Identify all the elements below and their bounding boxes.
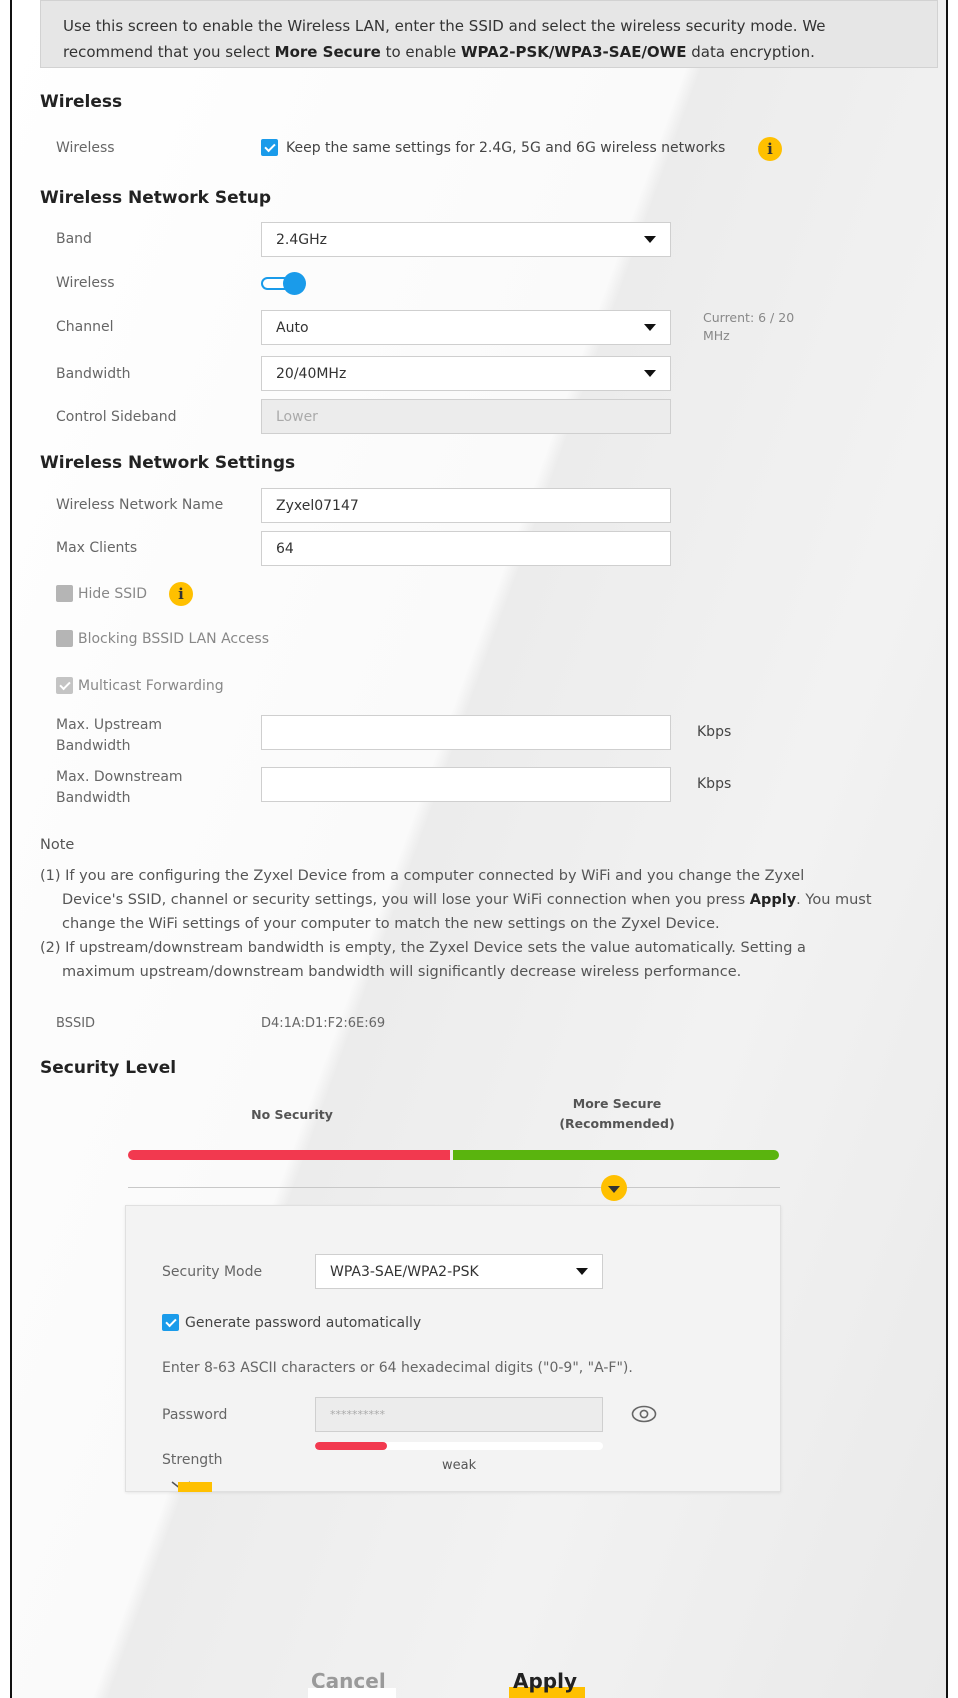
- section-security-title: Security Level: [40, 1058, 177, 1078]
- section-setup-title: Wireless Network Setup: [40, 188, 272, 208]
- max-clients-value: 64: [276, 540, 294, 557]
- bandwidth-select[interactable]: 20/40MHz: [261, 356, 671, 391]
- strength-label: Strength: [162, 1452, 223, 1468]
- upstream-unit: Kbps: [697, 724, 732, 740]
- no-security-option[interactable]: No Security: [227, 1105, 357, 1125]
- multicast-option[interactable]: Multicast Forwarding: [56, 677, 224, 694]
- bandwidth-caret-icon: [644, 370, 656, 377]
- bssid-value: D4:1A:D1:F2:6E:69: [261, 1016, 386, 1031]
- channel-value: Auto: [276, 319, 309, 336]
- generate-password-checkbox[interactable]: [162, 1314, 179, 1331]
- expand-chevron-icon[interactable]: [601, 1175, 627, 1201]
- more-secure-option[interactable]: More Secure (Recommended): [537, 1094, 697, 1134]
- ssid-value: Zyxel07147: [276, 497, 359, 514]
- password-input[interactable]: **********: [315, 1397, 603, 1432]
- hide-ssid-checkbox[interactable]: [56, 585, 73, 602]
- band-select[interactable]: 2.4GHz: [261, 222, 671, 257]
- band-value: 2.4GHz: [276, 231, 327, 248]
- blocking-bssid-label: Blocking BSSID LAN Access: [78, 630, 270, 647]
- note-1-line-2: Device's SSID, channel or security setti…: [62, 892, 872, 908]
- keep-same-info-icon[interactable]: i: [758, 137, 782, 161]
- show-password-eye-icon[interactable]: [631, 1405, 657, 1427]
- max-upstream-input[interactable]: [261, 715, 671, 750]
- channel-label: Channel: [56, 319, 114, 335]
- bssid-label: BSSID: [56, 1016, 96, 1031]
- hide-ssid-label: Hide SSID: [78, 585, 148, 602]
- downstream-unit: Kbps: [697, 776, 732, 792]
- max-upstream-label: Max. Upstream Bandwidth: [56, 717, 163, 754]
- blocking-bssid-checkbox[interactable]: [56, 630, 73, 647]
- security-mode-label: Security Mode: [162, 1264, 263, 1280]
- toggle-knob: [283, 272, 306, 295]
- keep-same-label: Keep the same settings for 2.4G, 5G and …: [286, 139, 726, 156]
- password-hint: Enter 8-63 ASCII characters or 64 hexade…: [162, 1360, 633, 1376]
- max-downstream-label: Max. Downstream Bandwidth: [56, 769, 183, 806]
- intro-line-2: recommend that you select More Secure to…: [63, 43, 815, 61]
- keep-same-checkbox[interactable]: [261, 139, 278, 156]
- max-clients-input[interactable]: 64: [261, 531, 671, 566]
- hide-ssid-info-icon[interactable]: i: [169, 582, 193, 606]
- band-caret-icon: [644, 236, 656, 243]
- max-clients-label: Max Clients: [56, 540, 138, 556]
- wireless-toggle[interactable]: [261, 272, 309, 296]
- security-mode-caret-icon: [576, 1268, 588, 1275]
- channel-caret-icon: [644, 324, 656, 331]
- section-wireless-title: Wireless: [40, 92, 123, 112]
- apply-button[interactable]: Apply: [513, 1669, 577, 1693]
- current-channel-info: Current: 6 / 20 MHz: [703, 310, 795, 343]
- intro-line-1: Use this screen to enable the Wireless L…: [63, 17, 826, 35]
- sideband-label: Control Sideband: [56, 409, 177, 425]
- strength-meter: [315, 1442, 603, 1450]
- security-bar-more-secure[interactable]: [453, 1150, 779, 1160]
- max-downstream-input[interactable]: [261, 767, 671, 802]
- note-body: (1) If you are configuring the Zyxel Dev…: [40, 864, 940, 984]
- password-label: Password: [162, 1407, 228, 1423]
- note-title: Note: [40, 837, 75, 853]
- blocking-bssid-option[interactable]: Blocking BSSID LAN Access: [56, 630, 269, 647]
- multicast-checkbox[interactable]: [56, 677, 73, 694]
- sideband-value: Lower: [276, 408, 318, 425]
- sideband-field: Lower: [261, 399, 671, 434]
- strength-meter-fill: [315, 1442, 387, 1450]
- cursor-highlight: [178, 1482, 212, 1492]
- settings-frame: Use this screen to enable the Wireless L…: [10, 0, 948, 1698]
- intro-banner: Use this screen to enable the Wireless L…: [40, 0, 938, 68]
- ssid-label: Wireless Network Name: [56, 497, 224, 513]
- password-value: **********: [330, 1408, 385, 1421]
- generate-password-label: Generate password automatically: [185, 1314, 422, 1331]
- security-mode-value: WPA3-SAE/WPA2-PSK: [330, 1263, 479, 1280]
- channel-select[interactable]: Auto: [261, 310, 671, 345]
- bandwidth-value: 20/40MHz: [276, 365, 347, 382]
- cancel-underline: [308, 1688, 396, 1698]
- generate-password-option[interactable]: Generate password automatically: [162, 1314, 421, 1331]
- security-divider: [128, 1187, 780, 1188]
- wireless-toggle-label: Wireless: [56, 275, 115, 291]
- wireless-label: Wireless: [56, 140, 115, 156]
- bandwidth-label: Bandwidth: [56, 366, 131, 382]
- hide-ssid-option[interactable]: Hide SSID: [56, 585, 147, 602]
- ssid-input[interactable]: Zyxel07147: [261, 488, 671, 523]
- strength-value: weak: [442, 1458, 477, 1473]
- security-bar-no-security[interactable]: [128, 1150, 450, 1160]
- keep-same-setting[interactable]: Keep the same settings for 2.4G, 5G and …: [261, 139, 725, 156]
- multicast-label: Multicast Forwarding: [78, 677, 224, 694]
- security-mode-select[interactable]: WPA3-SAE/WPA2-PSK: [315, 1254, 603, 1289]
- section-settings-title: Wireless Network Settings: [40, 453, 296, 473]
- band-label: Band: [56, 231, 92, 247]
